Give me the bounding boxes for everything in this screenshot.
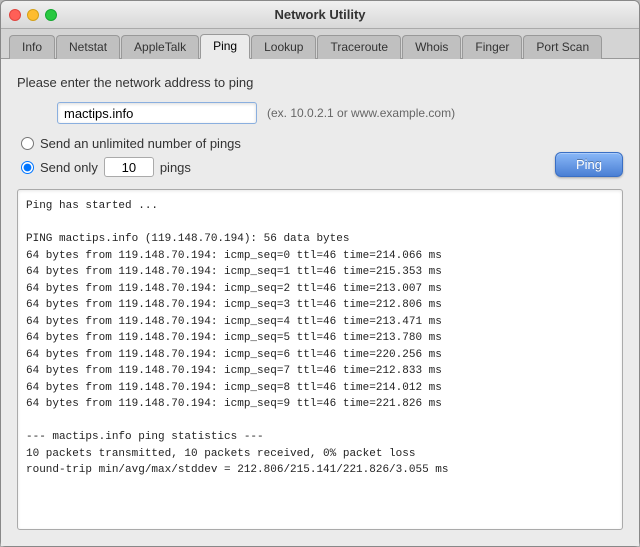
ping-count-input[interactable] <box>104 157 154 177</box>
close-button[interactable] <box>9 9 21 21</box>
tab-lookup[interactable]: Lookup <box>251 35 316 59</box>
radio-unlimited-label: Send an unlimited number of pings <box>40 136 241 151</box>
address-input[interactable] <box>57 102 257 124</box>
options-area: Send an unlimited number of pings Send o… <box>17 136 241 177</box>
ping-button[interactable]: Ping <box>555 152 623 177</box>
tab-ping[interactable]: Ping <box>200 34 250 59</box>
maximize-button[interactable] <box>45 9 57 21</box>
main-window: Network Utility Info Netstat AppleTalk P… <box>0 0 640 547</box>
tab-traceroute[interactable]: Traceroute <box>317 35 401 59</box>
titlebar: Network Utility <box>1 1 639 29</box>
radio-count-suffix: pings <box>160 160 191 175</box>
traffic-lights <box>9 9 57 21</box>
address-hint: (ex. 10.0.2.1 or www.example.com) <box>267 106 455 120</box>
tab-portscan[interactable]: Port Scan <box>523 35 602 59</box>
tab-bar: Info Netstat AppleTalk Ping Lookup Trace… <box>1 29 639 59</box>
tab-info[interactable]: Info <box>9 35 55 59</box>
tab-whois[interactable]: Whois <box>402 35 461 59</box>
radio-unlimited[interactable] <box>21 137 34 150</box>
content-area: Please enter the network address to ping… <box>1 59 639 546</box>
prompt-label: Please enter the network address to ping <box>17 75 623 90</box>
options-ping-row: Send an unlimited number of pings Send o… <box>17 136 623 177</box>
output-area: Ping has started ... PING mactips.info (… <box>17 189 623 530</box>
radio-count-prefix: Send only <box>40 160 98 175</box>
tab-netstat[interactable]: Netstat <box>56 35 120 59</box>
radio-count[interactable] <box>21 161 34 174</box>
tab-appletalk[interactable]: AppleTalk <box>121 35 199 59</box>
tab-finger[interactable]: Finger <box>462 35 522 59</box>
radio-unlimited-row: Send an unlimited number of pings <box>21 136 241 151</box>
window-title: Network Utility <box>274 7 365 22</box>
minimize-button[interactable] <box>27 9 39 21</box>
radio-count-row: Send only pings <box>21 157 241 177</box>
address-row: (ex. 10.0.2.1 or www.example.com) <box>17 102 623 124</box>
